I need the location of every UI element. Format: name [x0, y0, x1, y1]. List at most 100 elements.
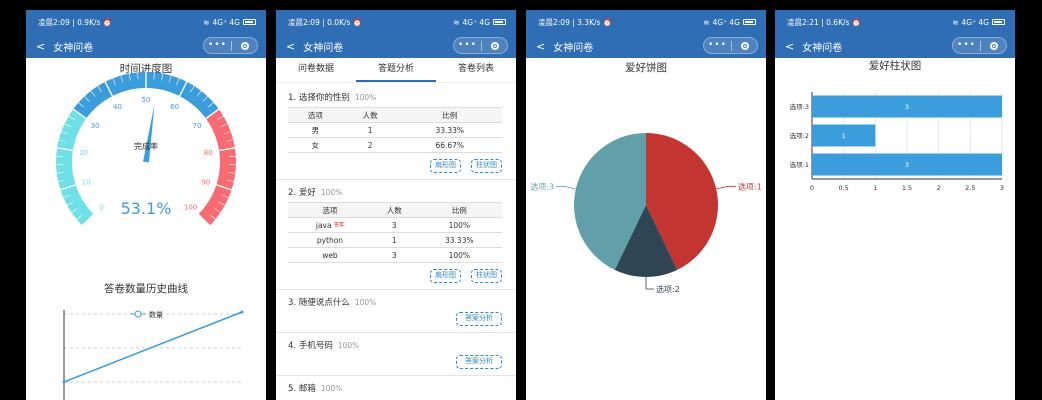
pie-chart-button[interactable]: 扇形图: [430, 159, 461, 173]
battery-icon: [243, 19, 256, 25]
tab-answer-list[interactable]: 答卷列表: [436, 58, 516, 82]
bar-chart: 0 0.5 1 1.5 2 2.5 3 3 选项:1 1 选项:2 3 选项:3: [790, 92, 1004, 192]
mini-program-capsule: •••: [453, 37, 508, 54]
nav-bar: < 女神问卷 •••: [276, 34, 516, 58]
gauge-tick-label: 60: [170, 103, 179, 111]
bar-value-label: 3: [905, 103, 909, 111]
question-number: 2.: [288, 188, 297, 198]
answer-badge: 答案: [333, 221, 344, 228]
bar-value-label: 3: [905, 161, 909, 169]
column-header: 选项: [288, 107, 343, 123]
nav-title: 女神问卷: [802, 42, 843, 54]
alarm-icon: ⏰: [851, 17, 862, 27]
mini-program-capsule: •••: [952, 37, 1007, 54]
close-target-icon[interactable]: [482, 41, 507, 50]
status-speed: 0.0K/s: [327, 17, 351, 27]
battery-icon: [493, 19, 506, 25]
tab-bar: 问卷数据 答题分析 答卷列表: [276, 58, 516, 83]
table-row: python 1 33.33%: [288, 232, 502, 248]
bar-chart-title: 爱好柱状图: [868, 60, 922, 72]
pie-slice-label: 选项:3: [530, 181, 554, 191]
table-row: 女 2 66.67%: [288, 137, 502, 153]
nav-bar: < 女神问卷 •••: [526, 34, 766, 58]
table-row: web 3 100%: [288, 247, 502, 263]
series-point: [240, 310, 244, 314]
answer-analysis-button[interactable]: 答案分析: [456, 355, 502, 369]
network-indicator: 4G⁺ 4G: [212, 17, 240, 27]
question-2-table: 选项 人数 比例 java 答案 3 100% python 1 33.33% web 3 10…: [288, 202, 502, 263]
y-tick-label: 选项:3: [790, 102, 809, 111]
status-speed: 3.3K/s: [577, 17, 601, 27]
x-tick-label: 1.5: [902, 184, 912, 192]
screen-analysis: 凌晨2:09 | 0.0K/s ⏰ ≋ 4G⁺ 4G < 女神问卷 ••• 问卷数…: [276, 10, 516, 400]
gauge-band: [55, 109, 94, 226]
x-tick-label: 0: [810, 184, 814, 192]
status-bar: 凌晨2:09 | 3.3K/s ⏰ ≋ 4G⁺ 4G: [526, 10, 766, 34]
question-4: 4. 手机号码 100% 答案分析: [276, 337, 516, 369]
back-arrow-icon[interactable]: <: [286, 40, 295, 53]
more-menu-icon[interactable]: •••: [204, 38, 231, 53]
more-menu-icon[interactable]: •••: [704, 38, 731, 53]
pie-label-line: [645, 277, 654, 290]
pie-chart: 选项:1 选项:2 选项:3: [530, 133, 762, 294]
question-2: 2. 爱好 100% 选项 人数 比例 java 答案 3 100% python 1 33.…: [276, 184, 516, 283]
legend-marker-icon: [134, 310, 142, 318]
tab-answer-analysis[interactable]: 答题分析: [356, 58, 436, 82]
status-speed: 0.9K/s: [77, 17, 101, 27]
network-indicator: 4G⁺ 4G: [712, 17, 740, 27]
gauge-needle: [143, 104, 155, 163]
back-arrow-icon[interactable]: <: [36, 40, 45, 53]
tab-survey-data[interactable]: 问卷数据: [276, 58, 356, 82]
status-bar: 凌晨2:21 | 0.6K/s ⏰ ≋ 4G⁺ 4G: [775, 10, 1015, 34]
gauge-tick-label: 70: [193, 122, 202, 130]
question-text: 随便说点什么: [298, 298, 350, 308]
table-row: java 答案 3 100%: [288, 217, 502, 233]
response-rate: 100%: [320, 188, 343, 197]
close-target-icon[interactable]: [732, 41, 757, 50]
question-text: 手机号码: [298, 341, 333, 351]
alarm-icon: ⏰: [602, 17, 613, 27]
status-time: 凌晨2:09: [38, 17, 70, 27]
pie-slice-label: 选项:2: [656, 284, 680, 294]
status-time: 凌晨2:09: [538, 17, 570, 27]
wifi-icon: ≋: [703, 17, 710, 27]
gauge-tick-label: 20: [79, 149, 88, 157]
mini-program-capsule: •••: [203, 37, 258, 54]
history-line-chart: 数量: [62, 310, 244, 400]
gauge-tick-label: 30: [91, 122, 100, 130]
battery-icon: [743, 19, 756, 25]
table-row: 男 1 33.33%: [288, 122, 502, 138]
question-1: 1. 选择你的性别 100% 选项 人数 比例 男 1 33.33% 女 2 66.67% 扇…: [276, 89, 516, 173]
more-menu-icon[interactable]: •••: [454, 38, 481, 53]
column-header: 比例: [397, 107, 502, 123]
answer-analysis-button[interactable]: 答案分析: [456, 312, 502, 326]
question-3: 3. 随便说点什么 100% 答案分析: [276, 294, 516, 326]
gauge-tick-label: 80: [204, 149, 213, 157]
nav-title: 女神问卷: [53, 42, 94, 54]
gauge-value: 53.1%: [121, 199, 172, 218]
wifi-icon: ≋: [203, 17, 210, 27]
nav-bar: < 女神问卷 •••: [26, 34, 266, 58]
question-text: 选择你的性别: [298, 93, 350, 103]
series-point: [62, 380, 66, 384]
wifi-icon: ≋: [453, 17, 460, 27]
back-arrow-icon[interactable]: <: [785, 40, 794, 53]
gauge-chart: 0 10 20 30 40 50 60 70 80 90 100 完成率 53.1%: [55, 72, 236, 227]
status-time: 凌晨2:21: [787, 17, 819, 27]
x-tick-label: 2: [937, 184, 941, 192]
bar-chart-button[interactable]: 柱状图: [471, 269, 502, 283]
status-bar: 凌晨2:09 | 0.9K/s ⏰ ≋ 4G⁺ 4G: [26, 10, 266, 34]
battery-icon: [992, 19, 1005, 25]
close-target-icon[interactable]: [981, 41, 1006, 50]
alarm-icon: ⏰: [102, 17, 113, 27]
x-tick-label: 3: [1000, 184, 1004, 192]
pie-label-line: [556, 185, 576, 190]
mini-program-capsule: •••: [703, 37, 758, 54]
close-target-icon[interactable]: [232, 41, 257, 50]
more-menu-icon[interactable]: •••: [953, 38, 980, 53]
gauge-tick-label: 10: [82, 178, 91, 186]
bar-chart-button[interactable]: 柱状图: [471, 159, 502, 173]
back-arrow-icon[interactable]: <: [536, 40, 545, 53]
pie-chart-button[interactable]: 扇形图: [430, 269, 461, 283]
question-text: 爱好: [298, 188, 316, 198]
